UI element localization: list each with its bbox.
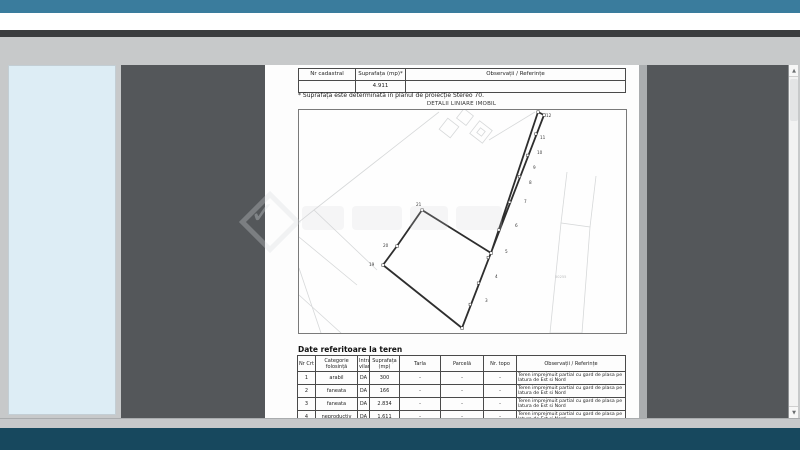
vertex-label: 6 [515,223,518,228]
document-page: Nr cadastral Suprafața (mp)* Observații … [265,65,639,418]
cell: 4 [298,411,316,419]
cell: - [484,372,517,385]
map-svg: 50255 [299,110,626,333]
projection-footnote: * Suprafața este determinată in planul d… [298,92,484,99]
cell: 2.834 [370,398,400,411]
cell: 300 [370,372,400,385]
vertex-label: 7 [524,199,527,204]
bottom-title-bar [0,428,800,450]
cell: arabil [316,372,358,385]
cell: - [441,398,484,411]
vertex-label: 12 [546,113,552,118]
th-observatii: Observații / Referințe [517,356,626,372]
top-dark-bar [0,30,800,37]
cell: 1 [298,372,316,385]
table-row: 1 arabil DA 300 - - - Teren imprejmuit p… [298,372,626,385]
observatii-value [406,81,626,93]
page-edge-shadow [639,65,647,418]
cell: - [400,398,441,411]
building-outline [457,110,474,125]
th-tarla: Tarla [400,356,441,372]
bottom-status-strip [0,418,800,428]
scrollbar-thumb[interactable] [790,79,798,121]
vertex-label: 11 [540,135,546,140]
vertex-label: 9 [533,165,536,170]
table-row: 2 faneata DA 166 - - - Teren imprejmuit … [298,385,626,398]
teren-table: Nr Crt Categorie folosință Intra vilan S… [297,355,626,418]
cell: - [400,411,441,419]
col-header-observatii: Observații / Referințe [406,69,626,81]
cell: 1.611 [370,411,400,419]
cell: - [441,411,484,419]
th-categorie: Categorie folosință [316,356,358,372]
scroll-up-button[interactable]: ▲ [789,65,798,77]
document-viewer[interactable]: Nr cadastral Suprafața (mp)* Observații … [121,65,798,418]
col-header-nr-cadastral: Nr cadastral [299,69,356,81]
cell: neproductiv [316,411,358,419]
vertical-scrollbar[interactable]: ▲ ▼ [788,65,798,418]
cell: - [400,372,441,385]
cell: - [484,398,517,411]
teren-section-heading: Date referitoare la teren [298,345,402,354]
cell: - [484,411,517,419]
scroll-down-button[interactable]: ▼ [789,406,798,418]
vertex-label: 3 [485,298,488,303]
col-header-suprafata: Suprafața (mp)* [356,69,406,81]
vertex-label: 4 [495,274,498,279]
sidebar-panel[interactable] [8,65,116,415]
nr-cadastral-value [299,81,356,93]
vertex-label: 21 [416,202,422,207]
cell: 2 [298,385,316,398]
cadastral-summary-table: Nr cadastral Suprafața (mp)* Observații … [298,68,626,93]
parcel-map: 50255 [298,109,627,334]
th-parcela: Parcelă [441,356,484,372]
cell: 3 [298,398,316,411]
cell: - [400,385,441,398]
cell: - [484,385,517,398]
cell: DA [358,411,370,419]
vertex-label: 10 [537,150,543,155]
cell-observatii: Teren imprejmuit partial cu gard de plas… [517,372,626,385]
th-suprafata: Suprafața (mp) [370,356,400,372]
cell: DA [358,385,370,398]
cell: - [441,385,484,398]
cell: faneata [316,398,358,411]
cell: DA [358,398,370,411]
table-row: 4 neproductiv DA 1.611 - - - Teren impre… [298,411,626,419]
building-outline [439,118,459,138]
neighbor-parcel-number: 50255 [555,275,566,279]
cell-observatii: Teren imprejmuit partial cu gard de plas… [517,385,626,398]
suprafata-value: 4.911 [356,81,406,93]
cell: 166 [370,385,400,398]
vertex-label: 19 [369,262,375,267]
cell-observatii: Teren imprejmuit partial cu gard de plas… [517,398,626,411]
th-nr-crt: Nr Crt [298,356,316,372]
vertex-label: 8 [529,180,532,185]
table-row: 3 faneata DA 2.834 - - - Teren imprejmui… [298,398,626,411]
building-outline [470,121,492,143]
parcel-boundary [383,112,544,328]
vertex-label: 20 [383,243,389,248]
cell: faneata [316,385,358,398]
teren-table-header-row: Nr Crt Categorie folosință Intra vilan S… [298,356,626,372]
cell-observatii: Teren imprejmuit partial cu gard de plas… [517,411,626,419]
vertex-label: 5 [505,249,508,254]
th-nr-topo: Nr. topo [484,356,517,372]
th-intravilan: Intra vilan [358,356,370,372]
top-white-bar [0,13,800,30]
cell: - [441,372,484,385]
vertex-markers [382,111,546,330]
top-title-bar [0,0,800,13]
neighbor-boundaries [299,110,596,333]
map-title: DETALII LINIARE IMOBIL [298,101,625,107]
screen: { "window": { "colors": { "top_bar": "#3… [0,0,800,450]
cell: DA [358,372,370,385]
